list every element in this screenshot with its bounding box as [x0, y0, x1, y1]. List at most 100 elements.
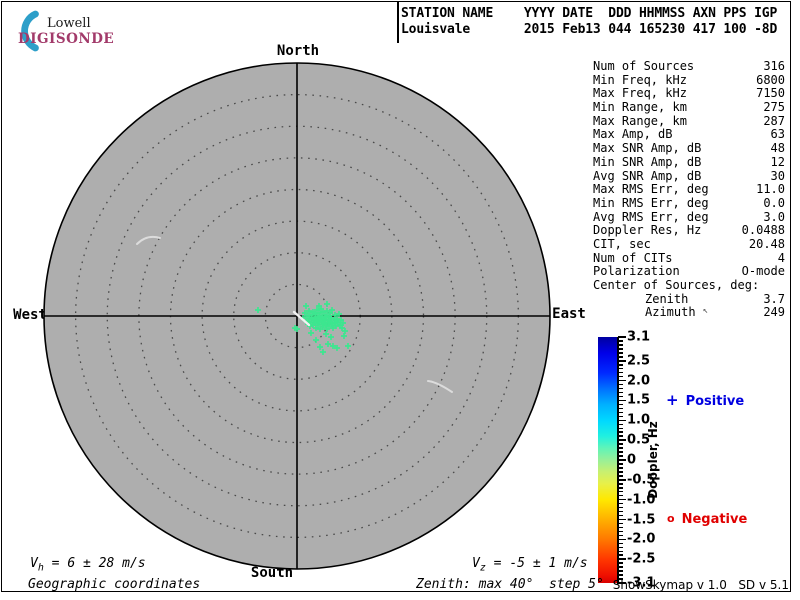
- colorbar-ticks: [617, 337, 626, 584]
- stat-value: 30: [771, 170, 785, 184]
- showskymap-window: Lowell DIGISONDE STATION NAME YYYY DATE …: [0, 0, 800, 600]
- stat-value: 3.7: [763, 293, 785, 307]
- stat-row: Avg SNR Amp, dB 30: [593, 170, 785, 184]
- stat-label: Min RMS Err, deg: [593, 197, 709, 211]
- colorbar-minor-tick: [618, 376, 623, 378]
- azimuth-direction-icon: ↖: [703, 305, 708, 319]
- stat-label: Max Amp, dB: [593, 128, 672, 142]
- stat-label: Doppler Res, Hz: [593, 224, 701, 238]
- colorbar-minor-tick: [618, 551, 623, 553]
- logo-lowell-text: Lowell: [47, 16, 91, 31]
- colorbar-minor-tick: [618, 495, 623, 497]
- stat-label: Num of Sources: [593, 60, 694, 74]
- stat-row: Min Freq, kHz 6800: [593, 74, 785, 88]
- colorbar-major-tick: [618, 336, 626, 338]
- colorbar-minor-tick: [618, 527, 623, 529]
- plus-marker-icon: +: [666, 394, 679, 407]
- stat-label: Azimuth: [645, 306, 696, 320]
- colorbar-major-tick: [618, 420, 626, 422]
- stat-row: Num of Sources 316: [593, 60, 785, 74]
- colorbar-minor-tick: [618, 543, 623, 545]
- colorbar-major-tick: [618, 400, 626, 402]
- colorbar-major-tick: [618, 479, 626, 481]
- colorbar-minor-tick: [618, 451, 623, 453]
- colorbar-major-tick: [618, 360, 626, 362]
- colorbar-tick-label: 2.5: [627, 353, 650, 368]
- stat-label: Avg RMS Err, deg: [593, 211, 709, 225]
- colorbar-minor-tick: [618, 384, 623, 386]
- colorbar-minor-tick: [618, 531, 623, 533]
- colorbar-axis-title: Doppler, Hz: [645, 400, 661, 520]
- colorbar-minor-tick: [618, 475, 623, 477]
- digisonde-logo: Lowell DIGISONDE: [10, 6, 120, 52]
- zenith-scale-label: Zenith: max 40° step 5°: [416, 577, 604, 592]
- colorbar-minor-tick: [618, 515, 623, 517]
- colorbar-minor-tick: [618, 535, 623, 537]
- stat-label: Min Range, km: [593, 101, 687, 115]
- colorbar-major-tick: [618, 459, 626, 461]
- colorbar-minor-tick: [618, 435, 623, 437]
- stat-label: Avg SNR Amp, dB: [593, 170, 701, 184]
- stat-row: Max RMS Err, deg 11.0: [593, 183, 785, 197]
- colorbar-minor-tick: [618, 547, 623, 549]
- stat-value: O-mode: [742, 265, 785, 279]
- stat-row: CIT, sec20.48: [593, 238, 785, 252]
- colorbar-major-tick: [618, 499, 626, 501]
- colorbar-minor-tick: [618, 388, 623, 390]
- stat-value: 275: [763, 101, 785, 115]
- colorbar-minor-tick: [618, 511, 623, 513]
- stat-label: Max RMS Err, deg: [593, 183, 709, 197]
- logo-digisonde-text: DIGISONDE: [18, 31, 114, 47]
- colorbar-minor-tick: [618, 554, 623, 556]
- colorbar-minor-tick: [618, 483, 623, 485]
- colorbar-minor-tick: [618, 364, 623, 366]
- stat-label: Zenith: [645, 293, 688, 307]
- colorbar-minor-tick: [618, 523, 623, 525]
- colorbar-minor-tick: [618, 428, 623, 430]
- stat-label: Max Freq, kHz: [593, 87, 687, 101]
- colorbar-minor-tick: [618, 463, 623, 465]
- stat-value: 249: [763, 306, 785, 320]
- colorbar-minor-tick: [618, 344, 623, 346]
- colorbar-minor-tick: [618, 447, 623, 449]
- stat-row: Azimuth ↖ 249: [593, 306, 785, 320]
- stat-row: Max Freq, kHz7150: [593, 87, 785, 101]
- stat-value: 0.0488: [742, 224, 785, 238]
- colorbar-minor-tick: [618, 424, 623, 426]
- colorbar-minor-tick: [618, 574, 623, 576]
- colorbar-tick-label: 0: [627, 453, 636, 468]
- stat-value: 11.0: [756, 183, 785, 197]
- stat-label: Num of CITs: [593, 252, 672, 266]
- stat-row: Zenith 3.7: [593, 293, 785, 307]
- vertical-velocity-label: Vz = -5 ± 1 m/s: [472, 556, 588, 574]
- colorbar-minor-tick: [618, 566, 623, 568]
- stat-row: Num of CITs 4: [593, 252, 785, 266]
- station-header-values: Louisvale 2015 Feb13 044 165230 417 100 …: [401, 22, 777, 37]
- stat-value: 4: [778, 252, 785, 266]
- coordinate-system-label: Geographic coordinates: [28, 577, 200, 592]
- stat-label: Min Freq, kHz: [593, 74, 687, 88]
- colorbar-minor-tick: [618, 396, 623, 398]
- stat-value: 6800: [756, 74, 785, 88]
- colorbar-gradient: [598, 337, 618, 583]
- negative-doppler-legend: oNegative: [667, 512, 747, 527]
- colorbar-minor-tick: [618, 443, 623, 445]
- colorbar-minor-tick: [618, 404, 623, 406]
- colorbar-major-tick: [618, 558, 626, 560]
- stat-value: 316: [763, 60, 785, 74]
- colorbar-minor-tick: [618, 467, 623, 469]
- colorbar-minor-tick: [618, 408, 623, 410]
- stat-label: Max Range, km: [593, 115, 687, 129]
- stat-row: Max Range, km287: [593, 115, 785, 129]
- colorbar-minor-tick: [618, 412, 623, 414]
- colorbar-minor-tick: [618, 431, 623, 433]
- colorbar-major-tick: [618, 519, 626, 521]
- compass-east-label: East: [552, 306, 586, 322]
- colorbar-minor-tick: [618, 372, 623, 374]
- program-version-label: ShowSkymap v 1.0 SD v 5.1: [613, 578, 789, 592]
- stat-row: Max Amp, dB63: [593, 128, 785, 142]
- stat-value: 48: [771, 142, 785, 156]
- header-divider: [397, 2, 399, 43]
- stat-row: Min Range, km 275: [593, 101, 785, 115]
- colorbar-minor-tick: [618, 562, 623, 564]
